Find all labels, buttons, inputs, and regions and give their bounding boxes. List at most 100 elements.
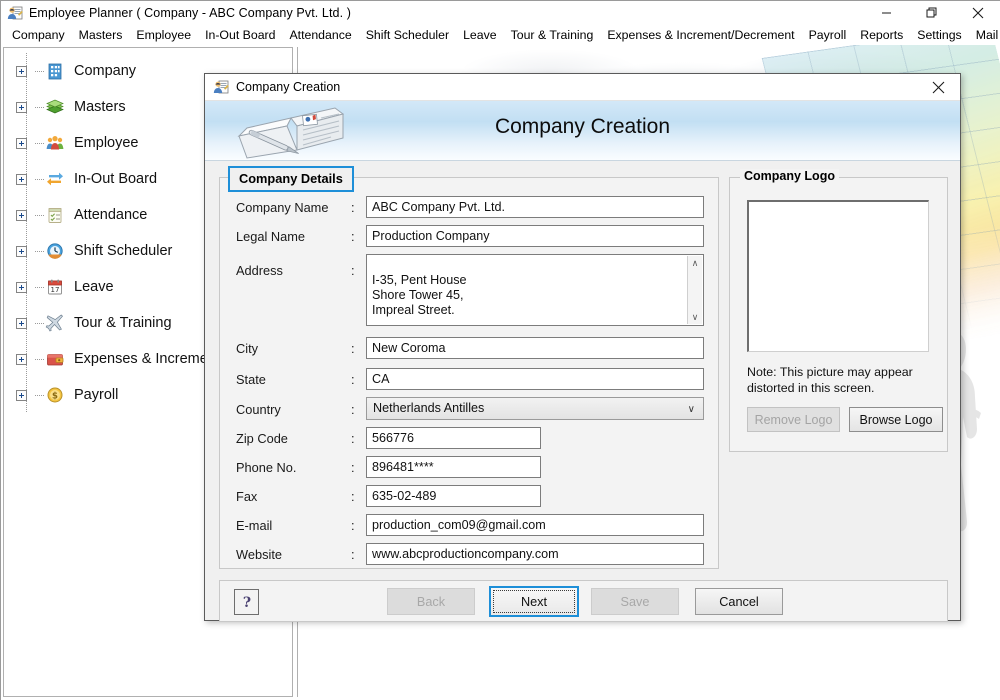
label-website: Website bbox=[236, 547, 282, 562]
label-state: State bbox=[236, 372, 266, 387]
expand-icon[interactable] bbox=[16, 65, 27, 77]
label-company-name: Company Name bbox=[236, 200, 329, 215]
menu-item-payroll[interactable]: Payroll bbox=[802, 26, 854, 44]
svg-text:?: ? bbox=[242, 595, 250, 610]
tree-guideline-dash bbox=[35, 323, 44, 324]
fax-input[interactable]: 635-02-489 bbox=[366, 485, 541, 507]
tree-guideline-dash bbox=[35, 215, 44, 216]
logo-note-text: Note: This picture may appear distorted … bbox=[747, 365, 913, 395]
dialog-body: Company Details Company Name : ABC Compa… bbox=[205, 162, 960, 622]
expand-icon[interactable] bbox=[16, 353, 27, 365]
window-title: Employee Planner ( Company - ABC Company… bbox=[29, 5, 352, 20]
address-textarea[interactable]: I-35, Pent House Shore Tower 45, Impreal… bbox=[366, 254, 704, 326]
colon-country: : bbox=[351, 402, 355, 417]
next-button[interactable]: Next bbox=[489, 586, 579, 617]
tree-item-label: Payroll bbox=[74, 387, 119, 403]
company-logo-panel: Company Logo Note: This picture may appe… bbox=[729, 169, 948, 452]
company-name-input[interactable]: ABC Company Pvt. Ltd. bbox=[366, 196, 704, 218]
minimize-button[interactable] bbox=[863, 1, 909, 24]
tree-item-label: Shift Scheduler bbox=[74, 243, 173, 259]
label-address: Address bbox=[236, 263, 283, 278]
label-legal-name: Legal Name bbox=[236, 229, 306, 244]
tree-guideline-dash bbox=[35, 107, 44, 108]
label-phone-no: Phone No. bbox=[236, 460, 297, 475]
menu-item-attendance[interactable]: Attendance bbox=[282, 26, 358, 44]
phone-no-input[interactable]: 896481**** bbox=[366, 456, 541, 478]
focus-ring bbox=[493, 590, 575, 613]
menu-item-shift-scheduler[interactable]: Shift Scheduler bbox=[359, 26, 456, 44]
company-creation-dialog: Company Creation Company Creation Compan… bbox=[204, 73, 961, 622]
menu-item-tour-training[interactable]: Tour & Training bbox=[504, 26, 601, 44]
dialog-titlebar: Company Creation bbox=[205, 74, 960, 101]
dialog-banner-title: Company Creation bbox=[494, 115, 671, 138]
colon-phone-no: : bbox=[351, 460, 355, 475]
menu-item-company[interactable]: Company bbox=[5, 26, 72, 44]
colon-legal-name: : bbox=[351, 229, 355, 244]
address-scrollbar[interactable]: ∧ ∨ bbox=[687, 256, 702, 324]
company-logo-legend: Company Logo bbox=[740, 169, 839, 183]
menu-item-settings[interactable]: Settings bbox=[910, 26, 968, 44]
application-window: Employee Planner ( Company - ABC Company… bbox=[0, 0, 1000, 700]
tree-item-label: In-Out Board bbox=[74, 171, 158, 187]
tree-item-label: Masters bbox=[74, 99, 126, 115]
tab-company-details[interactable]: Company Details bbox=[228, 166, 354, 192]
website-input[interactable]: www.abcproductioncompany.com bbox=[366, 543, 704, 565]
tree-guideline-dash bbox=[35, 287, 44, 288]
arrows-exchange-icon bbox=[45, 169, 65, 189]
back-button[interactable]: Back bbox=[387, 588, 475, 615]
tree-guideline-dash bbox=[35, 71, 44, 72]
legal-name-input[interactable]: Production Company bbox=[366, 225, 704, 247]
expand-icon[interactable] bbox=[16, 137, 27, 149]
menu-item-expenses[interactable]: Expenses & Increment/Decrement bbox=[600, 26, 801, 44]
wallet-icon bbox=[45, 349, 65, 369]
window-titlebar: Employee Planner ( Company - ABC Company… bbox=[1, 1, 1000, 24]
menu-item-masters[interactable]: Masters bbox=[72, 26, 130, 44]
colon-address: : bbox=[351, 263, 355, 278]
tree-guideline-dash bbox=[35, 143, 44, 144]
scroll-down-arrow-icon[interactable]: ∨ bbox=[688, 310, 702, 324]
cancel-button[interactable]: Cancel bbox=[695, 588, 783, 615]
colon-state: : bbox=[351, 372, 355, 387]
zip-code-input[interactable]: 566776 bbox=[366, 427, 541, 449]
country-select[interactable]: Netherlands Antilles ∨ bbox=[366, 397, 704, 420]
employee-planner-icon bbox=[7, 5, 23, 21]
city-input[interactable]: New Coroma bbox=[366, 337, 704, 359]
clipboard-icon bbox=[45, 205, 65, 225]
building-icon bbox=[45, 61, 65, 81]
clock-icon bbox=[45, 241, 65, 261]
browse-logo-button[interactable]: Browse Logo bbox=[849, 407, 943, 432]
colon-zip-code: : bbox=[351, 431, 355, 446]
colon-company-name: : bbox=[351, 200, 355, 215]
scroll-up-arrow-icon[interactable]: ∧ bbox=[688, 256, 702, 270]
chevron-down-icon[interactable]: ∨ bbox=[688, 398, 695, 421]
expand-icon[interactable] bbox=[16, 389, 27, 401]
dialog-close-button[interactable] bbox=[916, 74, 960, 101]
save-button[interactable]: Save bbox=[591, 588, 679, 615]
menu-item-reports[interactable]: Reports bbox=[853, 26, 910, 44]
state-input[interactable]: CA bbox=[366, 368, 704, 390]
colon-fax: : bbox=[351, 489, 355, 504]
help-button[interactable]: ? bbox=[234, 589, 259, 615]
menu-item-in-out-board[interactable]: In-Out Board bbox=[198, 26, 282, 44]
expand-icon[interactable] bbox=[16, 173, 27, 185]
label-email: E-mail bbox=[236, 518, 273, 533]
menu-item-leave[interactable]: Leave bbox=[456, 26, 504, 44]
email-input[interactable]: production_com09@gmail.com bbox=[366, 514, 704, 536]
tree-item-label: Leave bbox=[74, 279, 114, 295]
logo-preview-box[interactable] bbox=[747, 200, 929, 352]
tree-item-label: Tour & Training bbox=[74, 315, 172, 331]
remove-logo-button[interactable]: Remove Logo bbox=[747, 407, 840, 432]
calendar-17-icon: 17 bbox=[45, 277, 65, 297]
expand-icon[interactable] bbox=[16, 101, 27, 113]
expand-icon[interactable] bbox=[16, 281, 27, 293]
menu-item-employee[interactable]: Employee bbox=[129, 26, 198, 44]
tree-guideline-dash bbox=[35, 251, 44, 252]
expand-icon[interactable] bbox=[16, 317, 27, 329]
expand-icon[interactable] bbox=[16, 209, 27, 221]
maximize-button[interactable] bbox=[909, 1, 955, 24]
close-button[interactable] bbox=[955, 1, 1000, 24]
menu-item-mail[interactable]: Mail bbox=[969, 26, 1000, 44]
address-value: I-35, Pent House Shore Tower 45, Impreal… bbox=[372, 273, 467, 317]
expand-icon[interactable] bbox=[16, 245, 27, 257]
colon-email: : bbox=[351, 518, 355, 533]
